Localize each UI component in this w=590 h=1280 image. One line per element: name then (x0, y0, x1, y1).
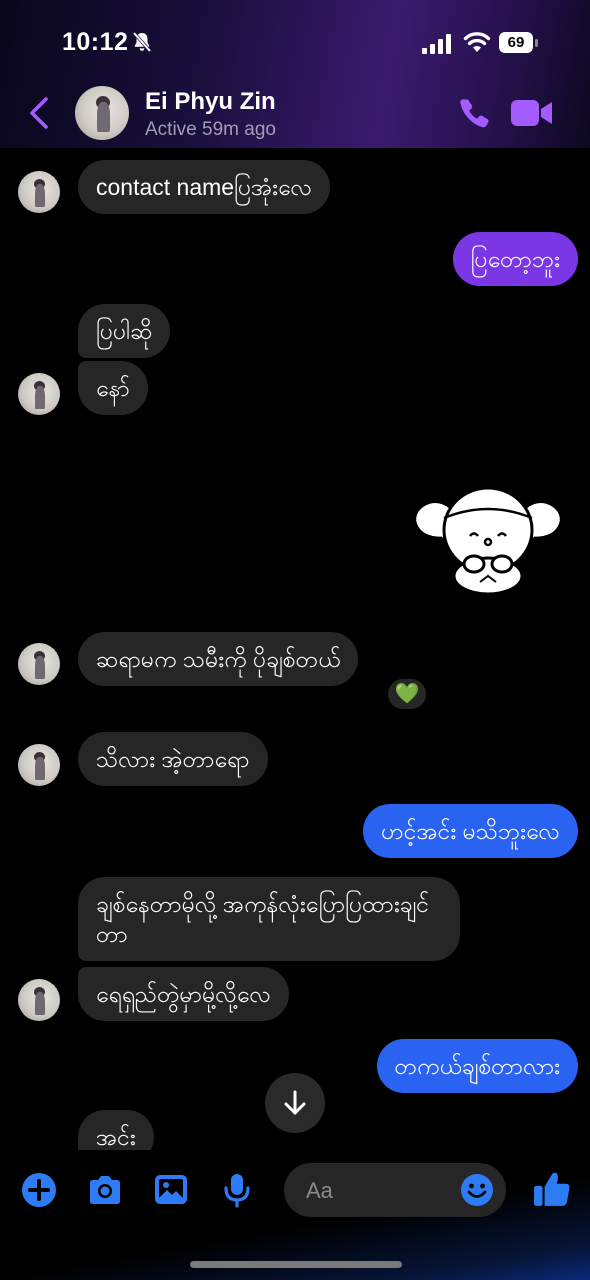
message-incoming[interactable]: ရေရှည်တွဲမှာမို့လို့လေ (78, 967, 289, 1021)
status-time: 10:12 (62, 28, 129, 56)
back-chevron-icon[interactable] (26, 95, 52, 131)
sender-avatar[interactable] (18, 643, 60, 685)
message-incoming[interactable]: နော် (78, 361, 148, 415)
message-incoming[interactable]: contact nameပြအုံးလေ (78, 160, 331, 214)
gallery-icon[interactable] (153, 1172, 189, 1208)
message-input-placeholder: Aa (306, 1178, 333, 1203)
phone-call-icon[interactable] (456, 96, 492, 132)
microphone-icon[interactable] (219, 1172, 255, 1208)
sender-avatar[interactable] (18, 979, 60, 1021)
message-outgoing[interactable]: ပြတော့ဘူး (452, 232, 578, 286)
plus-circle-icon[interactable] (21, 1172, 57, 1208)
emoji-icon[interactable] (460, 1173, 494, 1207)
puppy-sticker[interactable] (408, 478, 568, 594)
scroll-to-bottom-button[interactable] (265, 1073, 325, 1133)
status-bar: 10:12 69 (0, 0, 590, 88)
green-heart-reaction[interactable]: 💚 (385, 676, 429, 712)
sender-avatar[interactable] (18, 744, 60, 786)
contact-avatar[interactable] (75, 86, 129, 140)
battery-indicator: 69 (499, 32, 539, 54)
message-incoming[interactable]: ချစ်နေတာမိုလို့ အကုန်လုံးပြောပြထားချင်တာ (78, 877, 460, 961)
message-outgoing[interactable]: ဟင့်အင်း မသိဘူးလေ (363, 804, 578, 858)
sender-avatar[interactable] (18, 171, 60, 213)
message-input[interactable]: Aa (284, 1163, 506, 1217)
sender-avatar[interactable] (18, 373, 60, 415)
thumbs-up-icon[interactable] (533, 1170, 571, 1208)
message-incoming[interactable]: သိလား အဲ့တာရော (78, 732, 268, 786)
contact-active-status: Active 59m ago (145, 119, 276, 140)
home-indicator (190, 1261, 402, 1268)
battery-level: 69 (499, 32, 533, 53)
battery-nub (535, 39, 538, 47)
message-incoming[interactable]: ဆရာမက သမီးကို ပိုချစ်တယ် (78, 632, 359, 686)
wifi-icon (463, 32, 491, 52)
camera-icon[interactable] (87, 1172, 123, 1208)
signal-icon (422, 34, 451, 54)
message-outgoing[interactable]: တကယ်ချစ်တာလား (376, 1039, 578, 1093)
contact-name[interactable]: Ei Phyu Zin (145, 88, 276, 116)
bell-muted-icon (132, 31, 152, 53)
arrow-down-icon (284, 1090, 306, 1115)
video-call-icon[interactable] (511, 98, 553, 128)
message-incoming[interactable]: ပြပါဆို (78, 304, 171, 358)
